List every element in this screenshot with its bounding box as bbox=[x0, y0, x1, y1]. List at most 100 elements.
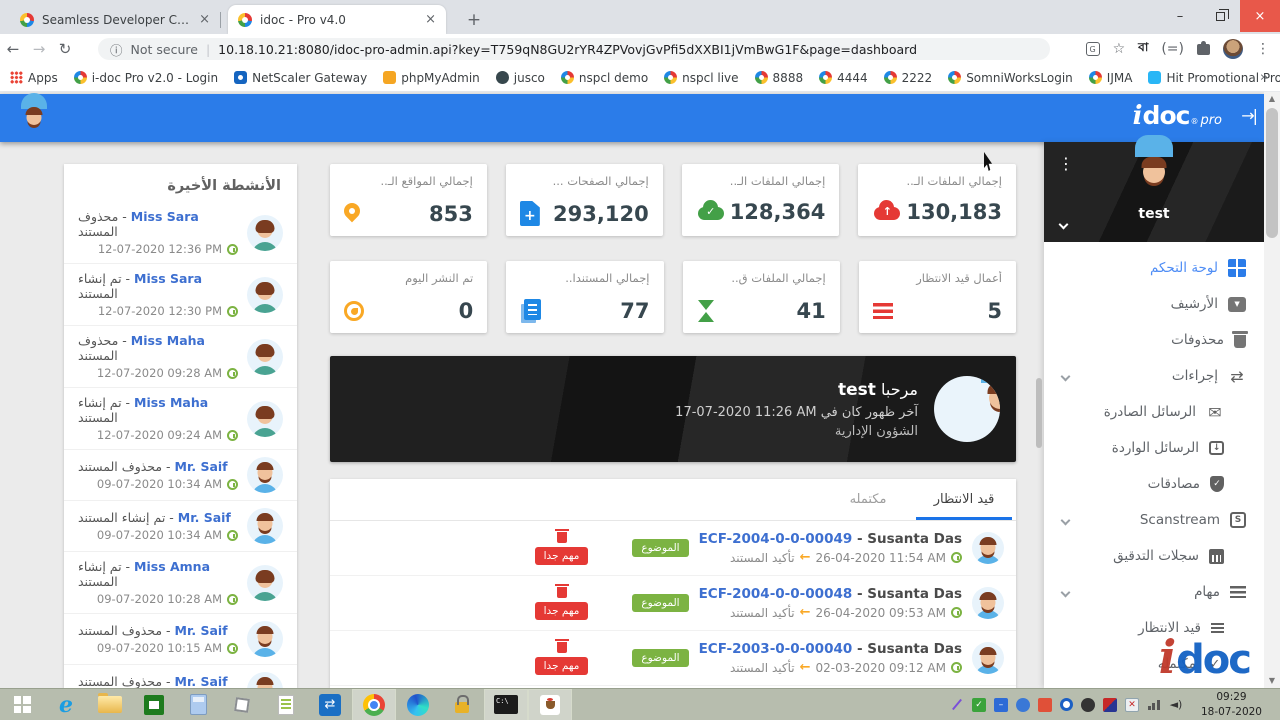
activity-row[interactable]: Mr. Saif - محذوف المستند 09-07-2020 10:3… bbox=[64, 450, 297, 501]
bookmark-star-icon[interactable]: ☆ bbox=[1113, 41, 1126, 57]
stat-card[interactable]: تم النشر اليوم 0 bbox=[330, 261, 487, 333]
tab-completed[interactable]: مكتمله bbox=[820, 479, 916, 520]
tray-teamviewer-icon[interactable]: – bbox=[994, 698, 1008, 712]
sidebar-menu-item[interactable]: الرسائل الصادرة bbox=[1044, 394, 1264, 430]
bookmark-item[interactable]: nspcl live bbox=[664, 71, 738, 85]
calculator-icon[interactable] bbox=[176, 689, 220, 720]
extensions-puzzle-icon[interactable] bbox=[1197, 44, 1210, 55]
minimize-button[interactable]: – bbox=[1160, 0, 1200, 32]
restore-button[interactable] bbox=[1200, 0, 1240, 32]
tab-seamless-console[interactable]: Seamless Developer Console v1.0 × bbox=[10, 5, 220, 34]
info-icon[interactable]: ⓘ bbox=[110, 40, 123, 59]
sidebar-menu-item[interactable]: إجراءات bbox=[1044, 358, 1264, 394]
tray-flag-error-icon[interactable]: ✕ bbox=[1125, 698, 1139, 712]
new-tab-button[interactable]: + bbox=[462, 8, 486, 32]
activity-row[interactable]: Miss Maha - محذوف المستند 12-07-2020 09:… bbox=[64, 326, 297, 388]
tab-close-icon[interactable]: × bbox=[425, 12, 436, 27]
back-button[interactable]: ← bbox=[0, 40, 26, 58]
activity-user[interactable]: Mr. Saif bbox=[175, 459, 228, 474]
teamviewer-icon[interactable]: ⇄ bbox=[308, 689, 352, 720]
activity-user[interactable]: Miss Sara bbox=[134, 271, 202, 286]
3d-viewer-icon[interactable] bbox=[220, 689, 264, 720]
tray-record-icon[interactable] bbox=[1038, 698, 1052, 712]
activity-row[interactable]: Mr. Saif - محذوف المستند 09-07-2020 10:1… bbox=[64, 614, 297, 665]
ie-icon[interactable]: e bbox=[44, 689, 88, 720]
reload-button[interactable]: ↻ bbox=[52, 40, 78, 58]
tray-app-icon[interactable] bbox=[1016, 698, 1030, 712]
cmd-icon[interactable]: C:\ bbox=[484, 689, 528, 720]
bookmark-item[interactable]: jusco bbox=[496, 71, 545, 85]
tray-dark-icon[interactable] bbox=[1081, 698, 1095, 712]
activity-row[interactable]: Miss Sara - محذوف المستند 12-07-2020 12:… bbox=[64, 202, 297, 264]
tray-antivirus-icon[interactable]: ✓ bbox=[972, 698, 986, 712]
stat-card[interactable]: إجمالي الصفحات ... 293,120 bbox=[506, 164, 663, 236]
activity-row[interactable]: Mr. Saif - محذوف المستند 09-07-2020 10:1… bbox=[64, 665, 297, 688]
tray-speaker-icon[interactable]: ◄) bbox=[1169, 698, 1183, 712]
browser-menu-icon[interactable]: ⋮ bbox=[1256, 41, 1270, 57]
tray-swirl-icon[interactable] bbox=[1060, 698, 1073, 711]
sidebar-menu-item[interactable]: مصادقات bbox=[1044, 466, 1264, 502]
sidebar-menu-item[interactable]: مهام bbox=[1044, 574, 1264, 610]
trash-icon[interactable] bbox=[557, 532, 567, 543]
sidebar-menu-item[interactable]: لوحة التحكم bbox=[1044, 250, 1264, 286]
activity-user[interactable]: Miss Sara bbox=[131, 209, 199, 224]
bookmark-item[interactable]: i-doc Pro v2.0 - Login bbox=[74, 71, 218, 85]
task-code-link[interactable]: ECF-2004-0-0-00049 bbox=[699, 531, 853, 547]
paren-extension-icon[interactable]: (=) bbox=[1161, 41, 1184, 57]
activity-row[interactable]: Mr. Saif - تم إنشاء المستند 09-07-2020 1… bbox=[64, 501, 297, 552]
profile-avatar[interactable] bbox=[1223, 39, 1243, 59]
task-row[interactable]: ECF-2004-0-0-00048 - Susanta Das 26-04-2… bbox=[330, 576, 1016, 631]
sidebar-menu-item[interactable]: Scanstream bbox=[1044, 502, 1264, 538]
stat-card[interactable]: إجمالي المواقع الـ.. 853 bbox=[330, 164, 487, 236]
chevron-down-icon[interactable] bbox=[1061, 371, 1071, 381]
activity-row[interactable]: Miss Maha - تم إنشاء المستند 12-07-2020 … bbox=[64, 388, 297, 450]
scroll-up-arrow[interactable]: ▲ bbox=[1264, 92, 1280, 106]
bookmark-item[interactable]: 4444 bbox=[819, 71, 868, 85]
sidebar-menu-item[interactable]: الرسائل الواردة bbox=[1044, 430, 1264, 466]
activity-user[interactable]: Miss Maha bbox=[131, 333, 205, 348]
sidebar-scrollbar-thumb[interactable] bbox=[1036, 378, 1042, 448]
tray-network-icon[interactable] bbox=[1147, 698, 1161, 712]
bookmark-item[interactable]: phpMyAdmin bbox=[383, 71, 480, 85]
tray-rdp-icon[interactable] bbox=[1103, 698, 1117, 712]
activity-user[interactable]: Mr. Saif bbox=[175, 623, 228, 638]
activity-user[interactable]: Miss Amna bbox=[134, 559, 210, 574]
chevron-down-icon[interactable] bbox=[1061, 587, 1071, 597]
bookmark-item[interactable]: 8888 bbox=[755, 71, 804, 85]
stat-card[interactable]: أعمال قيد الانتظار 5 bbox=[859, 261, 1016, 333]
translate-icon[interactable]: G bbox=[1086, 42, 1100, 56]
lock-app-icon[interactable] bbox=[440, 689, 484, 720]
chevron-down-icon[interactable] bbox=[1061, 515, 1071, 525]
bookmark-item[interactable]: SomniWorksLogin bbox=[948, 71, 1073, 85]
activity-user[interactable]: Miss Maha bbox=[134, 395, 208, 410]
task-code-link[interactable]: ECF-2003-0-0-00040 bbox=[699, 641, 853, 657]
bookmark-item[interactable]: IJMA bbox=[1089, 71, 1133, 85]
bengali-extension-icon[interactable]: বা bbox=[1138, 39, 1148, 59]
bookmark-item[interactable]: 2222 bbox=[884, 71, 933, 85]
wordpad-icon[interactable] bbox=[264, 689, 308, 720]
address-bar[interactable]: ⓘ Not secure | 10.18.10.21:8080/idoc-pro… bbox=[98, 38, 1050, 60]
sidebar-menu-item[interactable]: سجلات التدقيق bbox=[1044, 538, 1264, 574]
trash-icon[interactable] bbox=[557, 642, 567, 653]
stat-card[interactable]: إجمالي الملفات الـ.. 128,364 bbox=[682, 164, 840, 236]
activity-row[interactable]: Miss Amna - تم إنشاء المستند 09-07-2020 … bbox=[64, 552, 297, 614]
bookmark-item[interactable]: nspcl demo bbox=[561, 71, 648, 85]
java-icon[interactable] bbox=[528, 689, 572, 720]
scroll-down-arrow[interactable]: ▼ bbox=[1264, 674, 1280, 688]
ms-store-icon[interactable] bbox=[132, 689, 176, 720]
task-row[interactable]: ECF-2004-0-0-00049 - Susanta Das 26-04-2… bbox=[330, 521, 1016, 576]
forward-button[interactable]: → bbox=[26, 40, 52, 58]
tab-close-icon[interactable]: × bbox=[199, 12, 210, 27]
task-row[interactable]: ECF-2003-0-0-00040 - Susanta Das 02-03-2… bbox=[330, 631, 1016, 686]
start-button[interactable] bbox=[0, 689, 44, 720]
page-scrollbar[interactable]: ▲ ▼ bbox=[1264, 92, 1280, 688]
bookmark-item[interactable]: NetScaler Gateway bbox=[234, 71, 367, 85]
bookmark-item[interactable]: Apps bbox=[10, 71, 58, 85]
taskbar-clock[interactable]: 09:29 18-07-2020 bbox=[1191, 690, 1272, 718]
sidebar-collapse-icon[interactable]: →| bbox=[1241, 106, 1256, 125]
sidebar-menu-item[interactable]: الأرشيف bbox=[1044, 286, 1264, 322]
tab-idoc-pro[interactable]: idoc - Pro v4.0 × bbox=[228, 5, 446, 34]
activity-user[interactable]: Mr. Saif bbox=[175, 674, 228, 688]
close-button[interactable]: × bbox=[1240, 0, 1280, 32]
activity-user[interactable]: Mr. Saif bbox=[178, 510, 231, 525]
